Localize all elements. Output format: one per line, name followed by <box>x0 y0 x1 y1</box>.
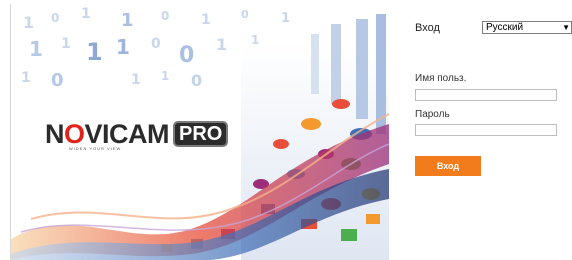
svg-text:1: 1 <box>201 12 211 28</box>
logo-text: NOVICAM <box>45 119 170 149</box>
svg-text:0: 0 <box>161 9 169 23</box>
novicam-logo: NOVICAM PRO <box>45 119 229 149</box>
svg-text:0: 0 <box>151 36 161 52</box>
banner-image: 1 0 1 1 0 1 0 1 1 1 1 1 0 0 1 1 1 0 1 1 … <box>10 4 389 260</box>
svg-text:1: 1 <box>116 35 130 59</box>
svg-text:0: 0 <box>51 70 64 91</box>
svg-text:1: 1 <box>81 6 91 22</box>
language-select[interactable]: Русский ▼ <box>482 21 572 34</box>
svg-text:1: 1 <box>281 11 290 26</box>
svg-text:0: 0 <box>51 11 59 25</box>
svg-text:1: 1 <box>161 69 169 83</box>
svg-text:1: 1 <box>121 10 134 31</box>
svg-text:0: 0 <box>179 43 194 68</box>
logo-tagline: WIDEN YOUR VIEW <box>69 146 122 151</box>
username-input[interactable] <box>415 89 557 101</box>
password-input[interactable] <box>415 124 557 136</box>
username-label: Имя польз. <box>415 73 467 84</box>
svg-text:1: 1 <box>86 38 103 66</box>
login-title: Вход <box>415 22 440 34</box>
svg-text:1: 1 <box>23 13 34 32</box>
svg-text:0: 0 <box>241 8 249 21</box>
svg-text:1: 1 <box>216 35 227 54</box>
svg-text:1: 1 <box>131 72 141 88</box>
svg-text:1: 1 <box>21 70 31 86</box>
password-label: Пароль <box>415 109 450 120</box>
svg-text:1: 1 <box>61 36 71 52</box>
svg-text:1: 1 <box>29 37 43 61</box>
language-selected: Русский <box>486 22 524 33</box>
svg-text:0: 0 <box>191 71 202 90</box>
login-button[interactable]: Вход <box>415 156 481 176</box>
chevron-down-icon[interactable]: ▼ <box>562 22 570 33</box>
logo-pro-badge: PRO <box>173 121 229 147</box>
